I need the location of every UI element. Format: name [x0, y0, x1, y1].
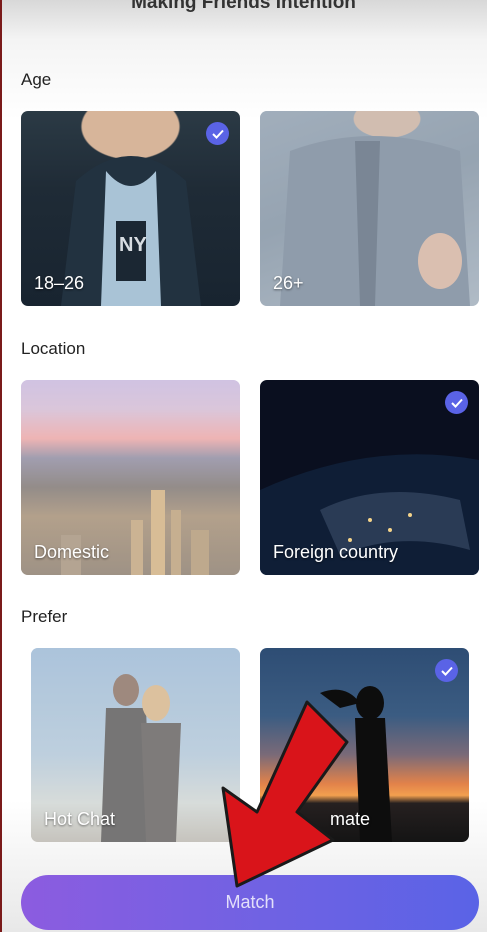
- selected-check-icon: [445, 391, 468, 414]
- prefer-option-hot-chat[interactable]: Hot Chat: [31, 648, 240, 842]
- prefer-option-mate[interactable]: mate: [260, 648, 469, 842]
- prefer-option-label: mate: [330, 809, 371, 829]
- selected-check-icon: [435, 659, 458, 682]
- match-button[interactable]: Match: [21, 875, 479, 930]
- location-option-label: Foreign country: [273, 542, 399, 562]
- page-title: Making Friends Intention: [131, 0, 356, 13]
- age-option-18-26[interactable]: NY 18–26: [21, 111, 240, 306]
- location-option-foreign-country[interactable]: Foreign country: [260, 380, 479, 575]
- age-option-label: 26+: [273, 273, 304, 293]
- age-option-label: 18–26: [34, 273, 85, 293]
- selected-check-icon: [206, 122, 229, 145]
- age-option-26-plus[interactable]: 26+: [260, 111, 479, 306]
- section-label-prefer: Prefer: [21, 607, 68, 626]
- location-option-label: Domestic: [34, 542, 110, 562]
- window-edge: [0, 0, 2, 932]
- section-label-location: Location: [21, 339, 86, 358]
- section-label-age: Age: [21, 70, 52, 89]
- prefer-option-label: Hot Chat: [44, 809, 116, 829]
- svg-text:NY: NY: [119, 234, 147, 256]
- location-option-domestic[interactable]: Domestic: [21, 380, 240, 575]
